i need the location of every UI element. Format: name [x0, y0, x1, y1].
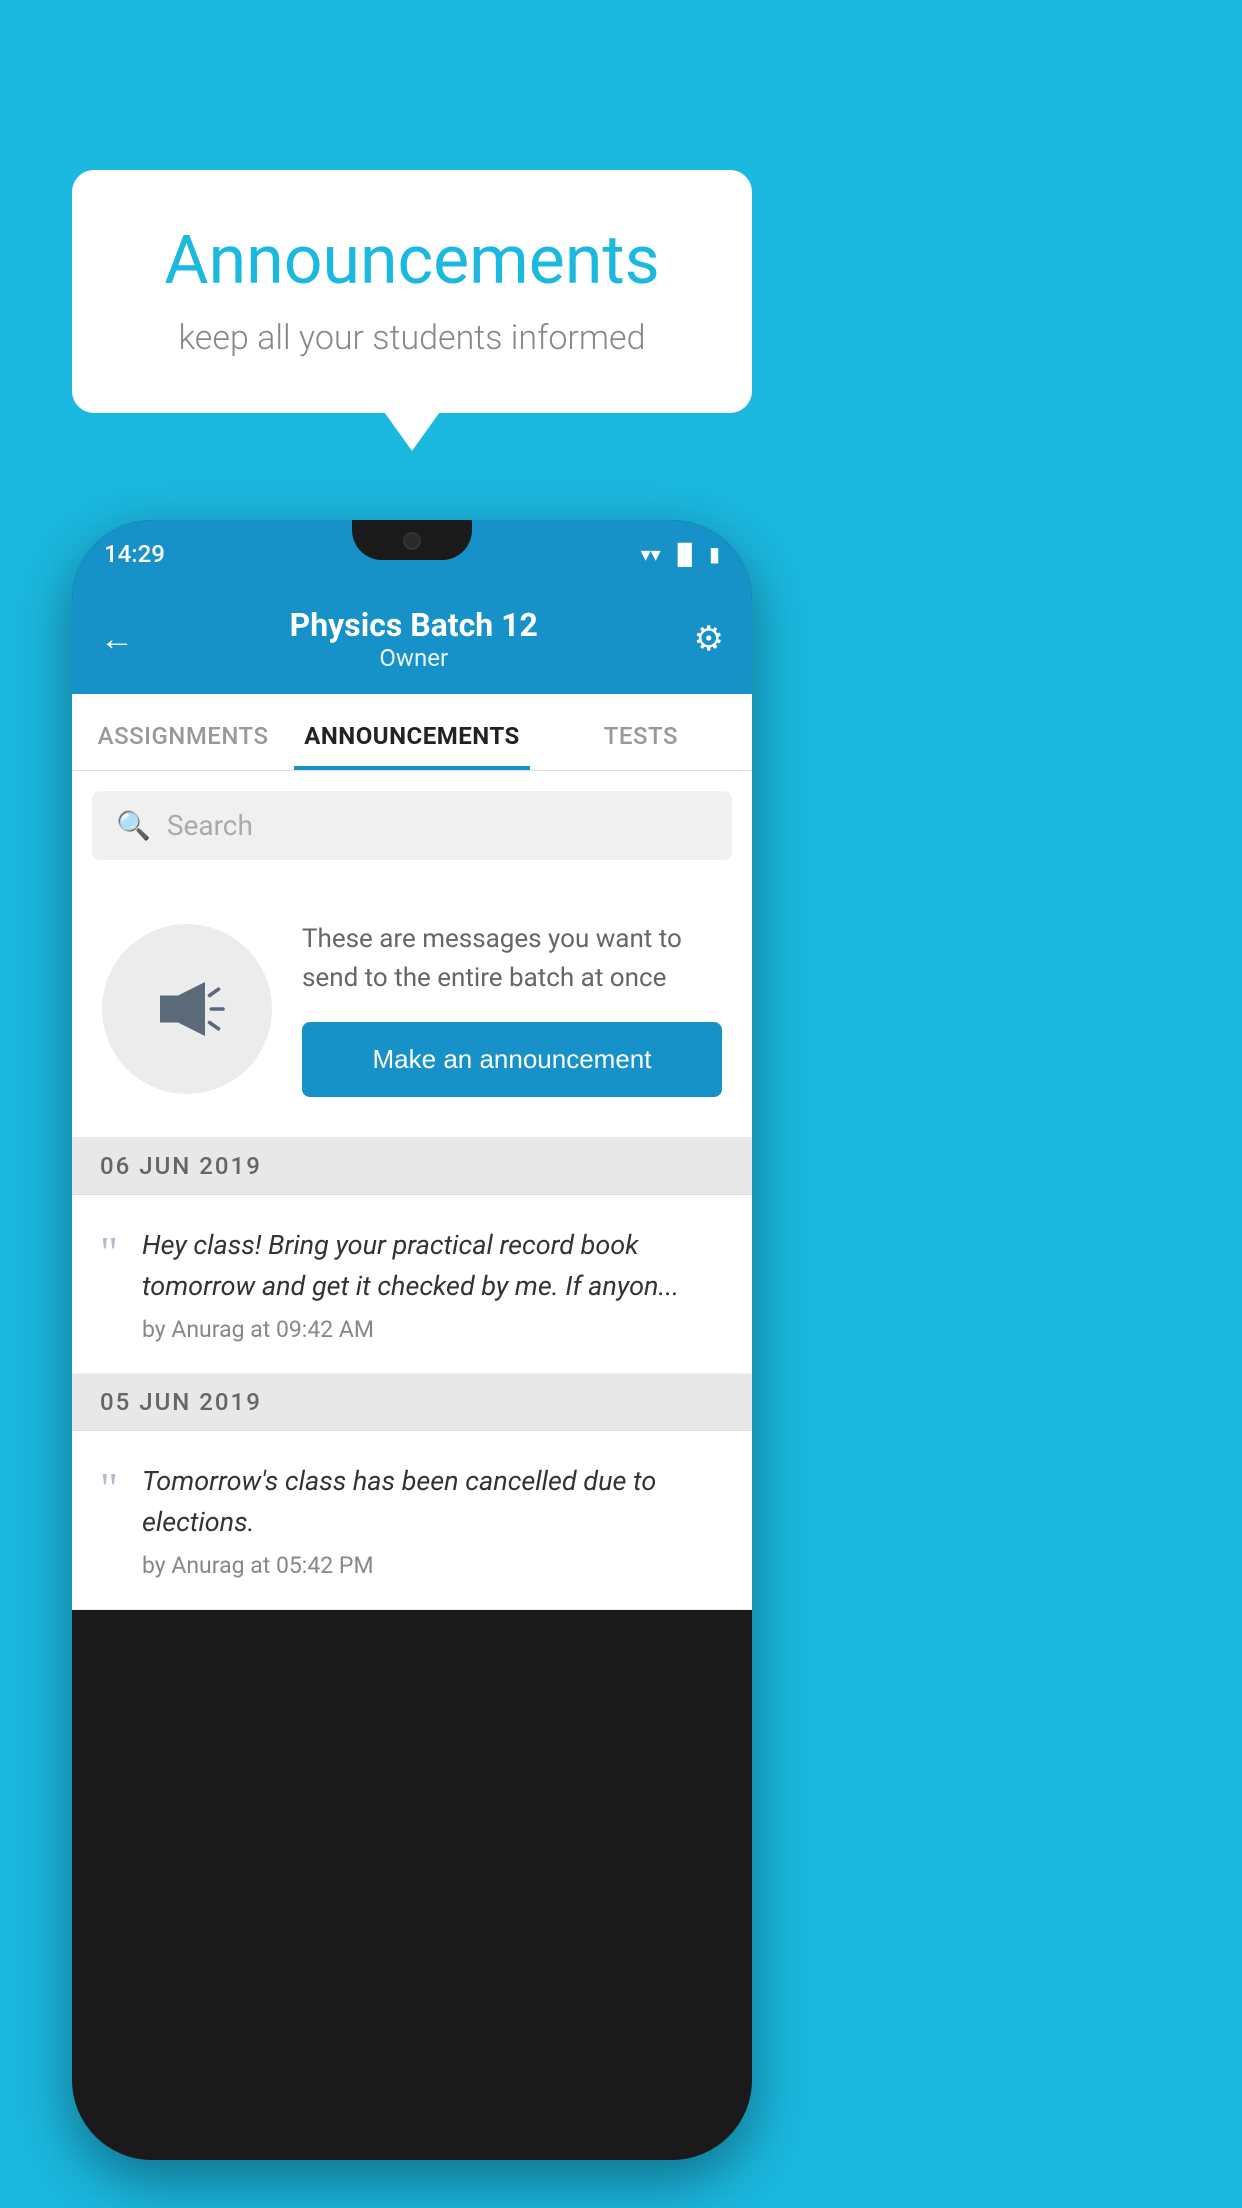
bubble-title: Announcements — [132, 220, 692, 300]
bubble-subtitle: keep all your students informed — [132, 318, 692, 358]
announcement-prompt: These are messages you want to send to t… — [72, 880, 752, 1138]
quote-icon-1: " — [100, 1231, 118, 1275]
announce-icon-circle — [102, 924, 272, 1094]
tab-tests[interactable]: TESTS — [530, 694, 752, 770]
search-bar[interactable]: 🔍 Search — [92, 791, 732, 860]
announcement-meta-2: by Anurag at 05:42 PM — [142, 1552, 724, 1579]
settings-button[interactable]: ⚙ — [694, 619, 724, 659]
announcement-message-2: Tomorrow's class has been cancelled due … — [142, 1461, 724, 1542]
header-center: Physics Batch 12 Owner — [134, 606, 694, 672]
announcement-item-2[interactable]: " Tomorrow's class has been cancelled du… — [72, 1431, 752, 1610]
tab-assignments[interactable]: ASSIGNMENTS — [72, 694, 294, 770]
search-placeholder-text: Search — [167, 809, 253, 842]
status-icons: ▾▾ ▐▌ ▮ — [641, 542, 720, 567]
tabs-bar: ASSIGNMENTS ANNOUNCEMENTS TESTS — [72, 694, 752, 771]
announcement-meta-1: by Anurag at 09:42 AM — [142, 1316, 724, 1343]
back-button[interactable]: ← — [100, 619, 134, 659]
signal-icon: ▐▌ — [671, 542, 699, 567]
announce-description: These are messages you want to send to t… — [302, 920, 722, 998]
announcement-text-1: Hey class! Bring your practical record b… — [142, 1225, 724, 1343]
app-header: ← Physics Batch 12 Owner ⚙ — [72, 588, 752, 694]
speech-bubble-card: Announcements keep all your students inf… — [72, 170, 752, 413]
megaphone-icon — [142, 964, 232, 1054]
date-separator-2: 05 JUN 2019 — [72, 1374, 752, 1431]
quote-icon-2: " — [100, 1467, 118, 1511]
date-separator-1: 06 JUN 2019 — [72, 1138, 752, 1195]
camera-cutout — [403, 532, 421, 550]
batch-role: Owner — [134, 644, 694, 672]
wifi-icon: ▾▾ — [641, 542, 661, 566]
announcement-message-1: Hey class! Bring your practical record b… — [142, 1225, 724, 1306]
announcement-item-1[interactable]: " Hey class! Bring your practical record… — [72, 1195, 752, 1374]
status-time: 14:29 — [104, 540, 165, 568]
phone-content: 🔍 Search These are messages you want to … — [72, 771, 752, 1610]
search-icon: 🔍 — [116, 809, 151, 842]
search-bar-wrap: 🔍 Search — [72, 771, 752, 880]
announcement-text-2: Tomorrow's class has been cancelled due … — [142, 1461, 724, 1579]
make-announcement-button[interactable]: Make an announcement — [302, 1022, 722, 1097]
tab-announcements[interactable]: ANNOUNCEMENTS — [294, 694, 530, 770]
batch-title: Physics Batch 12 — [134, 606, 694, 644]
phone-frame: 14:29 ▾▾ ▐▌ ▮ ← Physics Batch 12 Owner ⚙… — [72, 520, 752, 2160]
battery-icon: ▮ — [709, 542, 720, 566]
status-bar: 14:29 ▾▾ ▐▌ ▮ — [72, 520, 752, 588]
announce-right: These are messages you want to send to t… — [302, 920, 722, 1097]
phone-notch — [352, 520, 472, 560]
